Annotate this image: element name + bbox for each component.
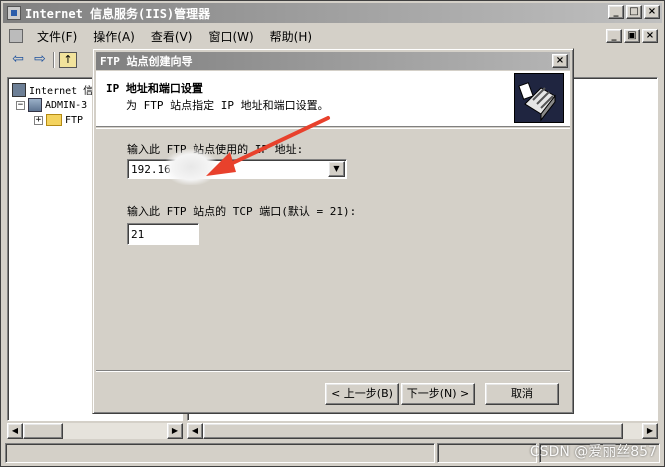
csdn-watermark: CSDN @爱丽丝857 — [529, 444, 657, 460]
annotation-arrow-shaft — [220, 116, 330, 170]
annotation-arrow-overlay — [206, 116, 330, 176]
annotation-arrow-head-icon — [206, 152, 236, 176]
